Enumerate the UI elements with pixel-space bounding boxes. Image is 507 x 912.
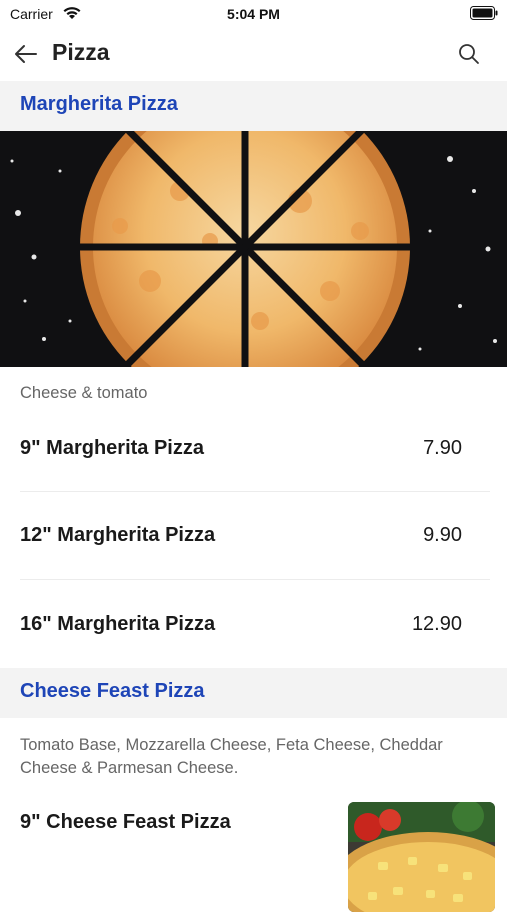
section-title: Cheese Feast Pizza <box>20 680 205 702</box>
battery-icon <box>470 6 498 20</box>
section-header-cheese-feast: Cheese Feast Pizza <box>0 668 507 718</box>
menu-item-price: 7.90 <box>423 437 462 459</box>
menu-item-row[interactable]: 9" Margherita Pizza 7.90 <box>20 405 490 493</box>
nav-bar: Pizza <box>0 28 507 80</box>
menu-item-price: 9.90 <box>423 524 462 546</box>
menu-item-name: 9" Cheese Feast Pizza <box>20 811 231 833</box>
status-bar: Carrier 5:04 PM <box>0 0 507 28</box>
section-title: Margherita Pizza <box>20 93 178 115</box>
search-icon[interactable] <box>457 42 481 66</box>
menu-item-row[interactable]: 16" Margherita Pizza 12.90 <box>20 580 490 668</box>
menu-item-price: 12.90 <box>411 613 462 635</box>
margherita-pizza-image <box>0 131 507 367</box>
cheese-feast-pizza-image <box>348 802 495 912</box>
section-description: Tomato Base, Mozzarella Cheese, Feta Che… <box>20 736 443 777</box>
menu-item-name: 12" Margherita Pizza <box>20 524 216 546</box>
section-description: Cheese & tomato <box>20 384 148 402</box>
section-header-margherita: Margherita Pizza <box>0 81 507 131</box>
clock: 5:04 PM <box>227 6 280 22</box>
menu-item-name: 16" Margherita Pizza <box>20 613 216 635</box>
back-arrow-icon[interactable] <box>12 40 40 68</box>
page-title: Pizza <box>52 39 110 65</box>
menu-item-name: 9" Margherita Pizza <box>20 437 204 459</box>
menu-item-row[interactable]: 12" Margherita Pizza 9.90 <box>20 492 490 580</box>
